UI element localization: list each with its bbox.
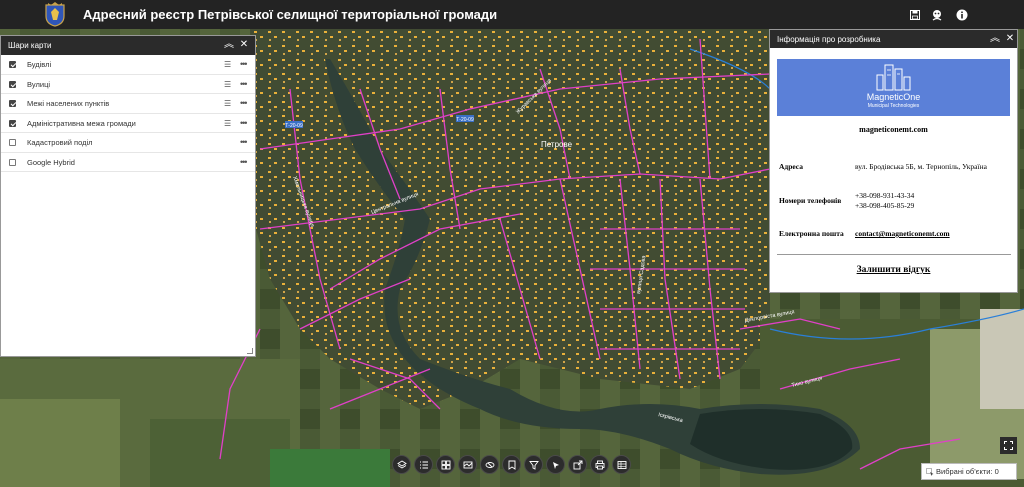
- layers-panel-header: Шари карти ︽ ✕: [1, 36, 255, 55]
- more-options-icon[interactable]: •••: [240, 118, 248, 128]
- layer-label: Вулиці: [27, 79, 51, 89]
- more-options-icon[interactable]: •••: [240, 79, 248, 89]
- legend-icon[interactable]: ☰: [224, 99, 231, 108]
- measure-icon[interactable]: [480, 455, 499, 474]
- layer-checkbox[interactable]: [9, 80, 16, 88]
- layer-checkbox[interactable]: [9, 100, 16, 107]
- phones-label: Номери телефонів: [779, 196, 842, 205]
- layers-icon[interactable]: [392, 455, 411, 474]
- more-options-icon[interactable]: •••: [240, 157, 248, 167]
- layer-row[interactable]: Вулиці ☰ •••: [1, 75, 255, 94]
- app-header: Адресний реєстр Петрівської селищної тер…: [0, 0, 1024, 29]
- layer-checkbox[interactable]: [9, 61, 16, 68]
- basemap-icon[interactable]: [458, 455, 477, 474]
- resize-handle-icon[interactable]: [247, 348, 253, 354]
- selected-features-label: Вибрані об'єкти: 0: [936, 467, 999, 476]
- legend-icon[interactable]: ☰: [224, 119, 231, 128]
- layers-panel-title: Шари карти: [8, 41, 52, 50]
- logo-name: MagneticOne: [866, 92, 921, 102]
- layer-checkbox[interactable]: [9, 158, 16, 166]
- layer-label: Кадастровий поділ: [27, 138, 93, 147]
- print-icon[interactable]: [590, 455, 609, 474]
- address-value: вул. Бродівська 5Б, м. Тернопіль, Україн…: [855, 162, 987, 171]
- road-badge-2: Т-20-09: [456, 117, 474, 123]
- table-icon[interactable]: [612, 455, 631, 474]
- selected-features-button[interactable]: Вибрані об'єкти: 0: [921, 463, 1017, 480]
- layer-label: Межі населених пунктів: [27, 99, 110, 108]
- logo-subtitle: Municipal Technologies: [867, 103, 920, 109]
- layers-panel: Шари карти ︽ ✕ Будівлі ☰ ••• Вулиці ☰ ••• Межі…: [0, 35, 256, 357]
- face-icon[interactable]: [930, 8, 944, 22]
- more-options-icon[interactable]: •••: [240, 137, 248, 147]
- selection-icon: [926, 468, 934, 476]
- email-link[interactable]: contact@magneticonemt.com: [855, 229, 950, 238]
- collapse-icon[interactable]: ︽: [989, 33, 1001, 45]
- close-icon[interactable]: ✕: [1004, 33, 1016, 45]
- layer-row[interactable]: Google Hybrid •••: [1, 153, 255, 172]
- city-logo-icon: [876, 64, 911, 91]
- layer-label: Адміністративна межа громади: [27, 118, 136, 128]
- layer-row[interactable]: Будівлі ☰ •••: [1, 55, 255, 75]
- layer-checkbox[interactable]: [9, 119, 16, 127]
- close-icon[interactable]: ✕: [238, 39, 250, 51]
- layer-list: Будівлі ☰ ••• Вулиці ☰ ••• Межі населених пунк…: [1, 55, 255, 172]
- info-panel-header: Інформація про розробника ︽ ✕: [770, 30, 1017, 48]
- fullscreen-icon[interactable]: [1000, 437, 1017, 454]
- town-label: Петрове: [541, 140, 573, 149]
- map-toolbar: [392, 455, 634, 477]
- list-icon[interactable]: [414, 455, 433, 474]
- save-icon[interactable]: [908, 8, 922, 22]
- email-label: Електронна пошта: [779, 229, 844, 238]
- legend-icon[interactable]: ☰: [224, 80, 231, 89]
- grid-icon[interactable]: [436, 455, 455, 474]
- select-icon[interactable]: [546, 455, 565, 474]
- layer-row[interactable]: Кадастровий поділ •••: [1, 133, 255, 153]
- divider: [777, 254, 1011, 255]
- info-icon[interactable]: [955, 8, 969, 22]
- layer-label: Google Hybrid: [27, 157, 75, 167]
- crest-logo-icon: [45, 2, 65, 27]
- layer-row[interactable]: Адміністративна межа громади ☰ •••: [1, 114, 255, 133]
- address-label: Адреса: [779, 162, 803, 171]
- website-link[interactable]: magneticonemt.com: [770, 125, 1017, 134]
- feedback-link[interactable]: Залишити відгук: [770, 265, 1017, 275]
- more-options-icon[interactable]: •••: [240, 98, 248, 108]
- bookmark-icon[interactable]: [502, 455, 521, 474]
- developer-info-panel: Інформація про розробника ︽ ✕ MagneticOn…: [769, 29, 1018, 293]
- legend-icon[interactable]: ☰: [224, 60, 231, 69]
- layer-label: Будівлі: [27, 60, 52, 69]
- app-title: Адресний реєстр Петрівської селищної тер…: [83, 7, 498, 22]
- collapse-icon[interactable]: ︽: [223, 39, 235, 51]
- developer-logo: MagneticOne Municipal Technologies: [777, 59, 1010, 116]
- phone-1: +38-098-931-43-34: [855, 191, 915, 200]
- phone-2: +38-098-405-85-29: [855, 201, 915, 210]
- info-panel-title: Інформація про розробника: [777, 34, 881, 44]
- filter-icon[interactable]: [524, 455, 543, 474]
- more-options-icon[interactable]: •••: [240, 59, 248, 69]
- road-badge-1: Т-20-09: [285, 123, 303, 129]
- share-icon[interactable]: [568, 455, 587, 474]
- layer-checkbox[interactable]: [9, 139, 16, 146]
- layer-row[interactable]: Межі населених пунктів ☰ •••: [1, 94, 255, 114]
